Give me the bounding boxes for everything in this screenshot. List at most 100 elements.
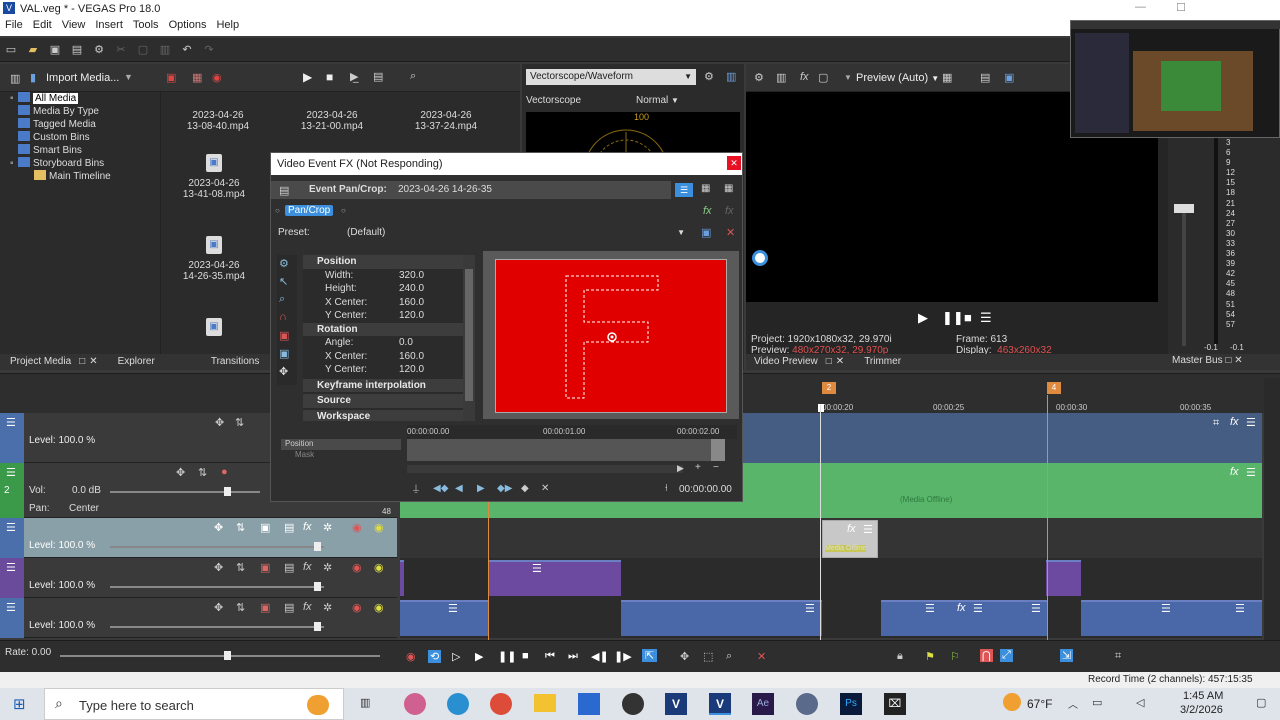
scope-mode-select[interactable]: Normal ▼ — [636, 95, 679, 106]
create-keyframe-icon[interactable]: ◆ — [521, 483, 529, 494]
scroll-right-icon[interactable]: ▶ — [677, 463, 684, 474]
timeline-vertical-scrollbar[interactable] — [1264, 378, 1280, 640]
fx-icon[interactable]: fx — [703, 205, 712, 217]
video-clip[interactable]: ☰ — [488, 560, 621, 596]
media-item[interactable]: ▣ 2023-04-26 14-26-35.mp4 — [169, 236, 259, 282]
clock-date[interactable]: 3/2/2026 — [1180, 704, 1223, 716]
plugin-chain-icon[interactable]: ▤ — [279, 184, 289, 197]
menu-edit[interactable]: Edit — [28, 18, 57, 32]
preview-device-icon[interactable]: ▥ — [776, 71, 786, 84]
event-menu-icon[interactable]: ☰ — [1161, 602, 1171, 615]
selection-tool-icon[interactable]: ⬚ — [703, 650, 713, 663]
bypass-icon[interactable]: ▣ — [260, 521, 270, 534]
event-menu-icon[interactable]: ☰ — [1246, 466, 1256, 479]
pan-crop-canvas[interactable]: F — [495, 259, 727, 413]
views-icon[interactable]: ▤ — [373, 70, 383, 83]
capture-icon[interactable]: ▦ — [192, 71, 202, 84]
preview-settings-gear-icon[interactable]: ⚙ — [754, 71, 764, 84]
video-clip[interactable] — [1046, 560, 1081, 596]
event-menu-icon[interactable]: ☰ — [925, 602, 935, 615]
taskbar-search-box[interactable]: ⌕ Type here to search — [44, 688, 344, 720]
crop-icon[interactable]: ⌗ — [1213, 417, 1219, 430]
track-motion-icon[interactable]: ✥ — [215, 416, 224, 429]
lock-icon[interactable]: ◉ — [374, 561, 384, 574]
play-preview-icon[interactable]: ▶ — [918, 310, 928, 326]
arm-record-icon[interactable]: ● — [221, 466, 228, 478]
remove-fx-icon[interactable]: fx — [725, 205, 734, 217]
event-menu-icon[interactable]: ☰ — [1031, 602, 1041, 615]
track-menu-icon[interactable]: ☰ — [6, 561, 16, 574]
zoom-out-icon[interactable]: − — [713, 462, 719, 473]
overlays-icon[interactable]: ▦ — [942, 71, 952, 84]
new-project-icon[interactable]: ▭ — [3, 43, 19, 57]
snap-to-grid-icon[interactable]: ∩ — [279, 311, 287, 323]
play-media-icon[interactable]: ▶ — [303, 70, 312, 84]
copilot-icon[interactable] — [404, 693, 426, 715]
track-5-lane[interactable]: ☰ ☰ ☰ fx ☰ ☰ ☰ ☰ — [400, 598, 1262, 638]
settings-gear-icon[interactable]: ⚙ — [91, 43, 107, 57]
after-effects-icon[interactable]: Ae — [752, 693, 774, 715]
menu-file[interactable]: File — [0, 18, 28, 32]
track-4-lane[interactable]: ☰ — [400, 558, 1262, 598]
notifications-icon[interactable]: ▢ — [1256, 696, 1266, 709]
keyframe-track-mask[interactable]: Mask — [281, 450, 401, 461]
chrome-icon[interactable] — [490, 693, 512, 715]
last-keyframe-icon[interactable]: ◆▶ — [497, 483, 512, 494]
previous-frame-icon[interactable]: ◀❚ — [591, 650, 609, 663]
tiles-view-icon[interactable]: ▦ — [701, 183, 710, 194]
copy-icon[interactable]: ▢ — [135, 43, 151, 57]
save-icon[interactable]: ▣ — [47, 43, 63, 57]
track-4-level-slider[interactable] — [110, 582, 324, 591]
tab-explorer[interactable]: Explorer — [118, 356, 155, 367]
track-menu-icon[interactable]: ☰ — [6, 601, 16, 614]
network-icon[interactable]: ▭ — [1092, 696, 1102, 709]
video-clip[interactable]: ☰ fx ☰ ☰ — [881, 600, 1047, 636]
property-row[interactable]: Angle: 0.0 — [303, 336, 463, 350]
media-item[interactable]: ▣ — [169, 318, 259, 342]
media-item[interactable]: 2023-04-26 13-08-40.mp4 — [173, 110, 263, 132]
go-to-start-icon[interactable]: ⏮ — [545, 650, 555, 663]
track-fx-icon[interactable]: fx — [303, 601, 312, 613]
media-item[interactable]: ▣ 2023-04-26 13-41-08.mp4 — [169, 154, 259, 200]
undo-icon[interactable]: ↶ — [179, 43, 195, 57]
media-item[interactable]: 2023-04-26 13-21-00.mp4 — [287, 110, 377, 132]
bypass-icon[interactable]: ▣ — [260, 561, 270, 574]
chevron-down-icon[interactable]: ▼ — [124, 72, 133, 82]
track-motion-icon[interactable]: ✥ — [214, 521, 223, 534]
tree-item-all-media[interactable]: ▪ All Media — [10, 92, 160, 105]
capcut-icon[interactable]: ⌧ — [884, 693, 906, 715]
task-view-icon[interactable]: ▥ — [360, 696, 370, 709]
auto-ripple-icon[interactable]: ⤢ — [1000, 649, 1013, 662]
tree-item-custom-bins[interactable]: Custom Bins — [10, 131, 160, 144]
insert-marker-icon[interactable]: ⚑ — [925, 650, 935, 663]
file-explorer-icon[interactable] — [534, 694, 556, 712]
remove-media-icon[interactable]: ▣ — [166, 71, 176, 84]
event-fx-icon[interactable]: fx — [1230, 416, 1239, 428]
bypass-icon[interactable]: ▣ — [260, 601, 270, 614]
event-menu-icon[interactable]: ☰ — [1235, 602, 1245, 615]
video-clip[interactable]: ☰ ☰ — [1081, 600, 1262, 636]
zoom-tool-icon[interactable]: ⌕ — [726, 650, 732, 663]
pan-crop-chain-button[interactable]: Pan/Crop — [285, 205, 334, 216]
import-media-icon[interactable]: ▮ — [30, 71, 36, 84]
undock-icon[interactable]: □ — [826, 356, 832, 367]
auto-preview-icon[interactable]: ▶̲ — [350, 70, 358, 83]
tree-item-media-by-type[interactable]: Media By Type — [10, 105, 160, 118]
video-clip[interactable] — [400, 560, 404, 596]
menu-insert[interactable]: Insert — [90, 18, 128, 32]
vegas-taskbar-icon[interactable]: V — [665, 693, 687, 715]
property-row[interactable]: X Center: 160.0 — [303, 296, 463, 310]
steam-icon[interactable] — [796, 693, 818, 715]
save-as-icon[interactable]: ▤ — [69, 43, 85, 57]
redo-icon[interactable]: ↷ — [201, 43, 217, 57]
photoshop-icon[interactable]: Ps — [840, 693, 862, 715]
lock-icon[interactable]: ◉ — [374, 521, 384, 534]
track-2-volume-slider[interactable] — [110, 487, 260, 496]
media-item[interactable]: 2023-04-26 13-37-24.mp4 — [401, 110, 491, 132]
mute-icon[interactable]: ✲ — [323, 601, 332, 614]
go-to-end-icon[interactable]: ⏭ — [568, 650, 578, 663]
scope-settings-gear-icon[interactable]: ⚙ — [704, 70, 714, 83]
property-row[interactable]: Y Center: 120.0 — [303, 363, 463, 377]
track-5-level-slider[interactable] — [110, 622, 324, 631]
scope-type-select[interactable]: Vectorscope/Waveform ▼ — [526, 69, 696, 85]
